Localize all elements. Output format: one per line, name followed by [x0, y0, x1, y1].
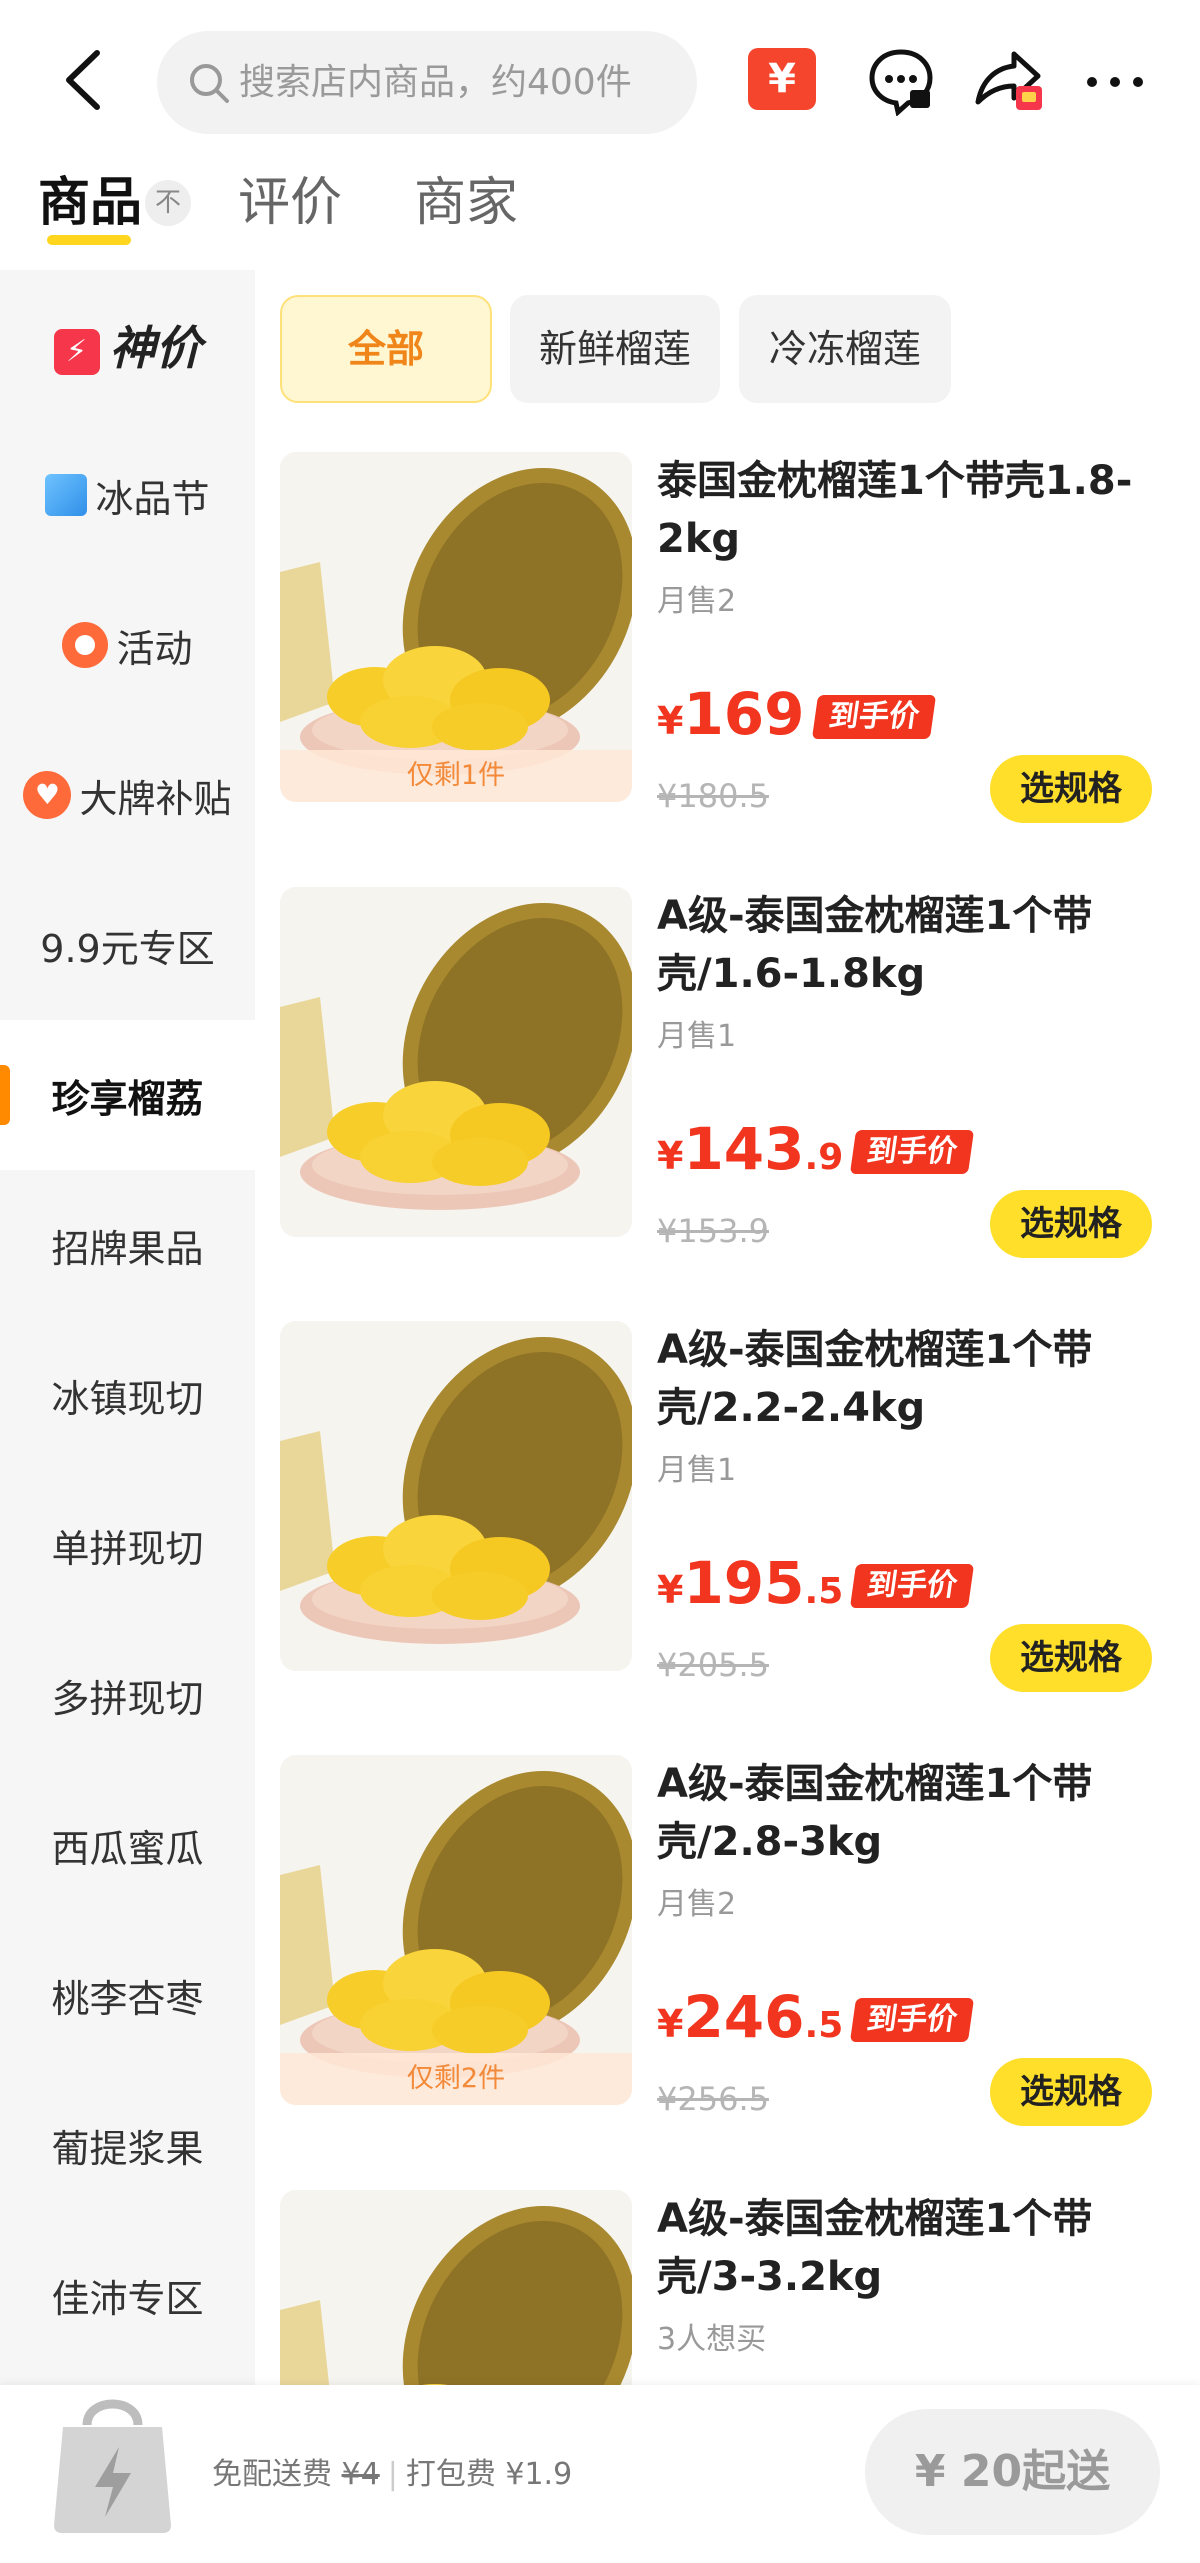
- cart-bar: 免配送费 ¥4 | 打包费 ¥1.9 ¥ 20起送: [0, 2385, 1200, 2563]
- stock-label: 仅剩2件: [280, 2053, 632, 2105]
- original-price: ¥256.5: [657, 2080, 769, 2118]
- sidebar-item-single-cut[interactable]: 单拼现切: [0, 1470, 255, 1620]
- filter-chip-fresh[interactable]: 新鲜榴莲: [510, 295, 720, 403]
- product-price: ¥246.5 到手价: [657, 1983, 975, 2051]
- search-placeholder: 搜索店内商品，约400件: [239, 62, 632, 103]
- product-name: A级-泰国金枕榴莲1个带壳/2.2-2.4kg: [657, 1327, 1093, 1431]
- select-spec-button[interactable]: 选规格: [990, 2058, 1152, 2126]
- final-price-tag: 到手价: [850, 1998, 975, 2042]
- final-price-tag: 到手价: [850, 1564, 975, 1608]
- final-price-tag: 到手价: [811, 695, 936, 739]
- sidebar-item-multi-cut[interactable]: 多拼现切: [0, 1620, 255, 1770]
- product-card[interactable]: 仅剩1件 泰国金枕榴莲1个带壳1.8-2kg 月售2 ¥169 到手价 ¥180.…: [280, 452, 1180, 842]
- product-name: A级-泰国金枕榴莲1个带壳/1.6-1.8kg: [657, 893, 1093, 997]
- delivery-fee-info: 免配送费 ¥4 | 打包费 ¥1.9: [212, 2457, 573, 2492]
- sidebar-item-stone-fruit[interactable]: 桃李杏枣: [0, 1920, 255, 2070]
- product-price: ¥169 到手价: [657, 680, 936, 748]
- product-card[interactable]: 仅剩2件 A级-泰国金枕榴莲1个带壳/2.8-3kg 月售2 ¥246.5 到手价…: [280, 1755, 1180, 2145]
- filter-chip-frozen[interactable]: 冷冻榴莲: [739, 295, 951, 403]
- want-count: 3人想买: [657, 2322, 767, 2357]
- message-icon[interactable]: [866, 46, 936, 117]
- original-price: ¥205.5: [657, 1646, 769, 1684]
- sidebar-item-activity[interactable]: 活动: [0, 570, 255, 720]
- select-spec-button[interactable]: 选规格: [990, 1190, 1152, 1258]
- seckill-logo: ⚡ 神价: [53, 312, 202, 378]
- sidebar-item-9-9[interactable]: 9.9元专区: [0, 870, 255, 1020]
- monthly-sales: 月售1: [657, 1019, 737, 1054]
- sidebar-item-durian-lychee[interactable]: 珍享榴荔: [0, 1020, 255, 1170]
- ice-cube-icon: [45, 474, 88, 516]
- main-tabs: 商品 不 评价 商家: [0, 150, 1200, 270]
- sidebar-item-zespri[interactable]: 佳沛专区: [0, 2220, 255, 2370]
- shopping-bag-icon[interactable]: [45, 2375, 180, 2540]
- select-spec-button[interactable]: 选规格: [990, 755, 1152, 823]
- final-price-tag: 到手价: [850, 1130, 975, 1174]
- tab-products[interactable]: 商品: [38, 168, 142, 238]
- filter-chip-all[interactable]: 全部: [280, 295, 492, 403]
- product-card[interactable]: A级-泰国金枕榴莲1个带壳/2.2-2.4kg 月售1 ¥195.5 到手价 ¥2…: [280, 1321, 1180, 1711]
- sidebar-item-grape-berry[interactable]: 葡提浆果: [0, 2070, 255, 2220]
- category-sidebar: ⚡ 神价 冰品节 活动 ♥ 大牌补贴 9.9元专区 珍享榴荔 招牌果品 冰镇现切 单…: [0, 270, 255, 2385]
- product-image[interactable]: 仅剩1件: [280, 452, 632, 802]
- more-icon[interactable]: [1082, 62, 1148, 102]
- original-price: ¥180.5: [657, 777, 769, 815]
- tab-reviews[interactable]: 评价: [238, 168, 342, 238]
- stock-label: 仅剩1件: [280, 750, 632, 802]
- sidebar-item-seckill[interactable]: ⚡ 神价: [0, 270, 255, 420]
- product-name: 泰国金枕榴莲1个带壳1.8-2kg: [657, 458, 1133, 562]
- select-spec-button[interactable]: 选规格: [990, 1624, 1152, 1692]
- product-image[interactable]: 仅剩2件: [280, 1755, 632, 2105]
- tab-merchant[interactable]: 商家: [414, 168, 518, 238]
- product-image[interactable]: [280, 2190, 632, 2385]
- sidebar-item-melon[interactable]: 西瓜蜜瓜: [0, 1770, 255, 1920]
- search-icon: [187, 61, 231, 105]
- original-price: ¥153.9: [657, 1212, 769, 1250]
- activity-icon: [62, 622, 109, 668]
- product-name: A级-泰国金枕榴莲1个带壳/2.8-3kg: [657, 1761, 1093, 1865]
- share-icon[interactable]: [970, 42, 1050, 122]
- product-price: ¥195.5 到手价: [657, 1549, 975, 1617]
- top-bar: 搜索店内商品，约400件 ¥: [0, 0, 1200, 150]
- product-card[interactable]: A级-泰国金枕榴莲1个带壳/3-3.2kg 3人想买: [280, 2190, 1180, 2385]
- collapse-icon[interactable]: 不: [145, 180, 191, 226]
- monthly-sales: 月售2: [657, 584, 737, 619]
- back-icon[interactable]: [55, 45, 115, 115]
- product-card[interactable]: A级-泰国金枕榴莲1个带壳/1.6-1.8kg 月售1 ¥143.9 到手价 ¥1…: [280, 887, 1180, 1277]
- minimum-order-button[interactable]: ¥ 20起送: [865, 2409, 1160, 2535]
- heart-badge-icon: ♥: [23, 771, 72, 819]
- lightning-badge-icon: ⚡: [53, 328, 100, 375]
- product-image[interactable]: [280, 1321, 632, 1671]
- product-price: ¥143.9 到手价: [657, 1115, 975, 1183]
- sidebar-item-iced-cut[interactable]: 冰镇现切: [0, 1320, 255, 1470]
- sidebar-item-ice-festival[interactable]: 冰品节: [0, 420, 255, 570]
- active-tab-indicator: [47, 235, 131, 245]
- product-name: A级-泰国金枕榴莲1个带壳/3-3.2kg: [657, 2196, 1093, 2300]
- sidebar-item-brand-subsidy[interactable]: ♥ 大牌补贴: [0, 720, 255, 870]
- search-input[interactable]: 搜索店内商品，约400件: [157, 31, 697, 134]
- sidebar-item-signature-fruit[interactable]: 招牌果品: [0, 1170, 255, 1320]
- monthly-sales: 月售1: [657, 1453, 737, 1488]
- monthly-sales: 月售2: [657, 1887, 737, 1922]
- red-packet-icon[interactable]: ¥: [748, 48, 816, 110]
- product-image[interactable]: [280, 887, 632, 1237]
